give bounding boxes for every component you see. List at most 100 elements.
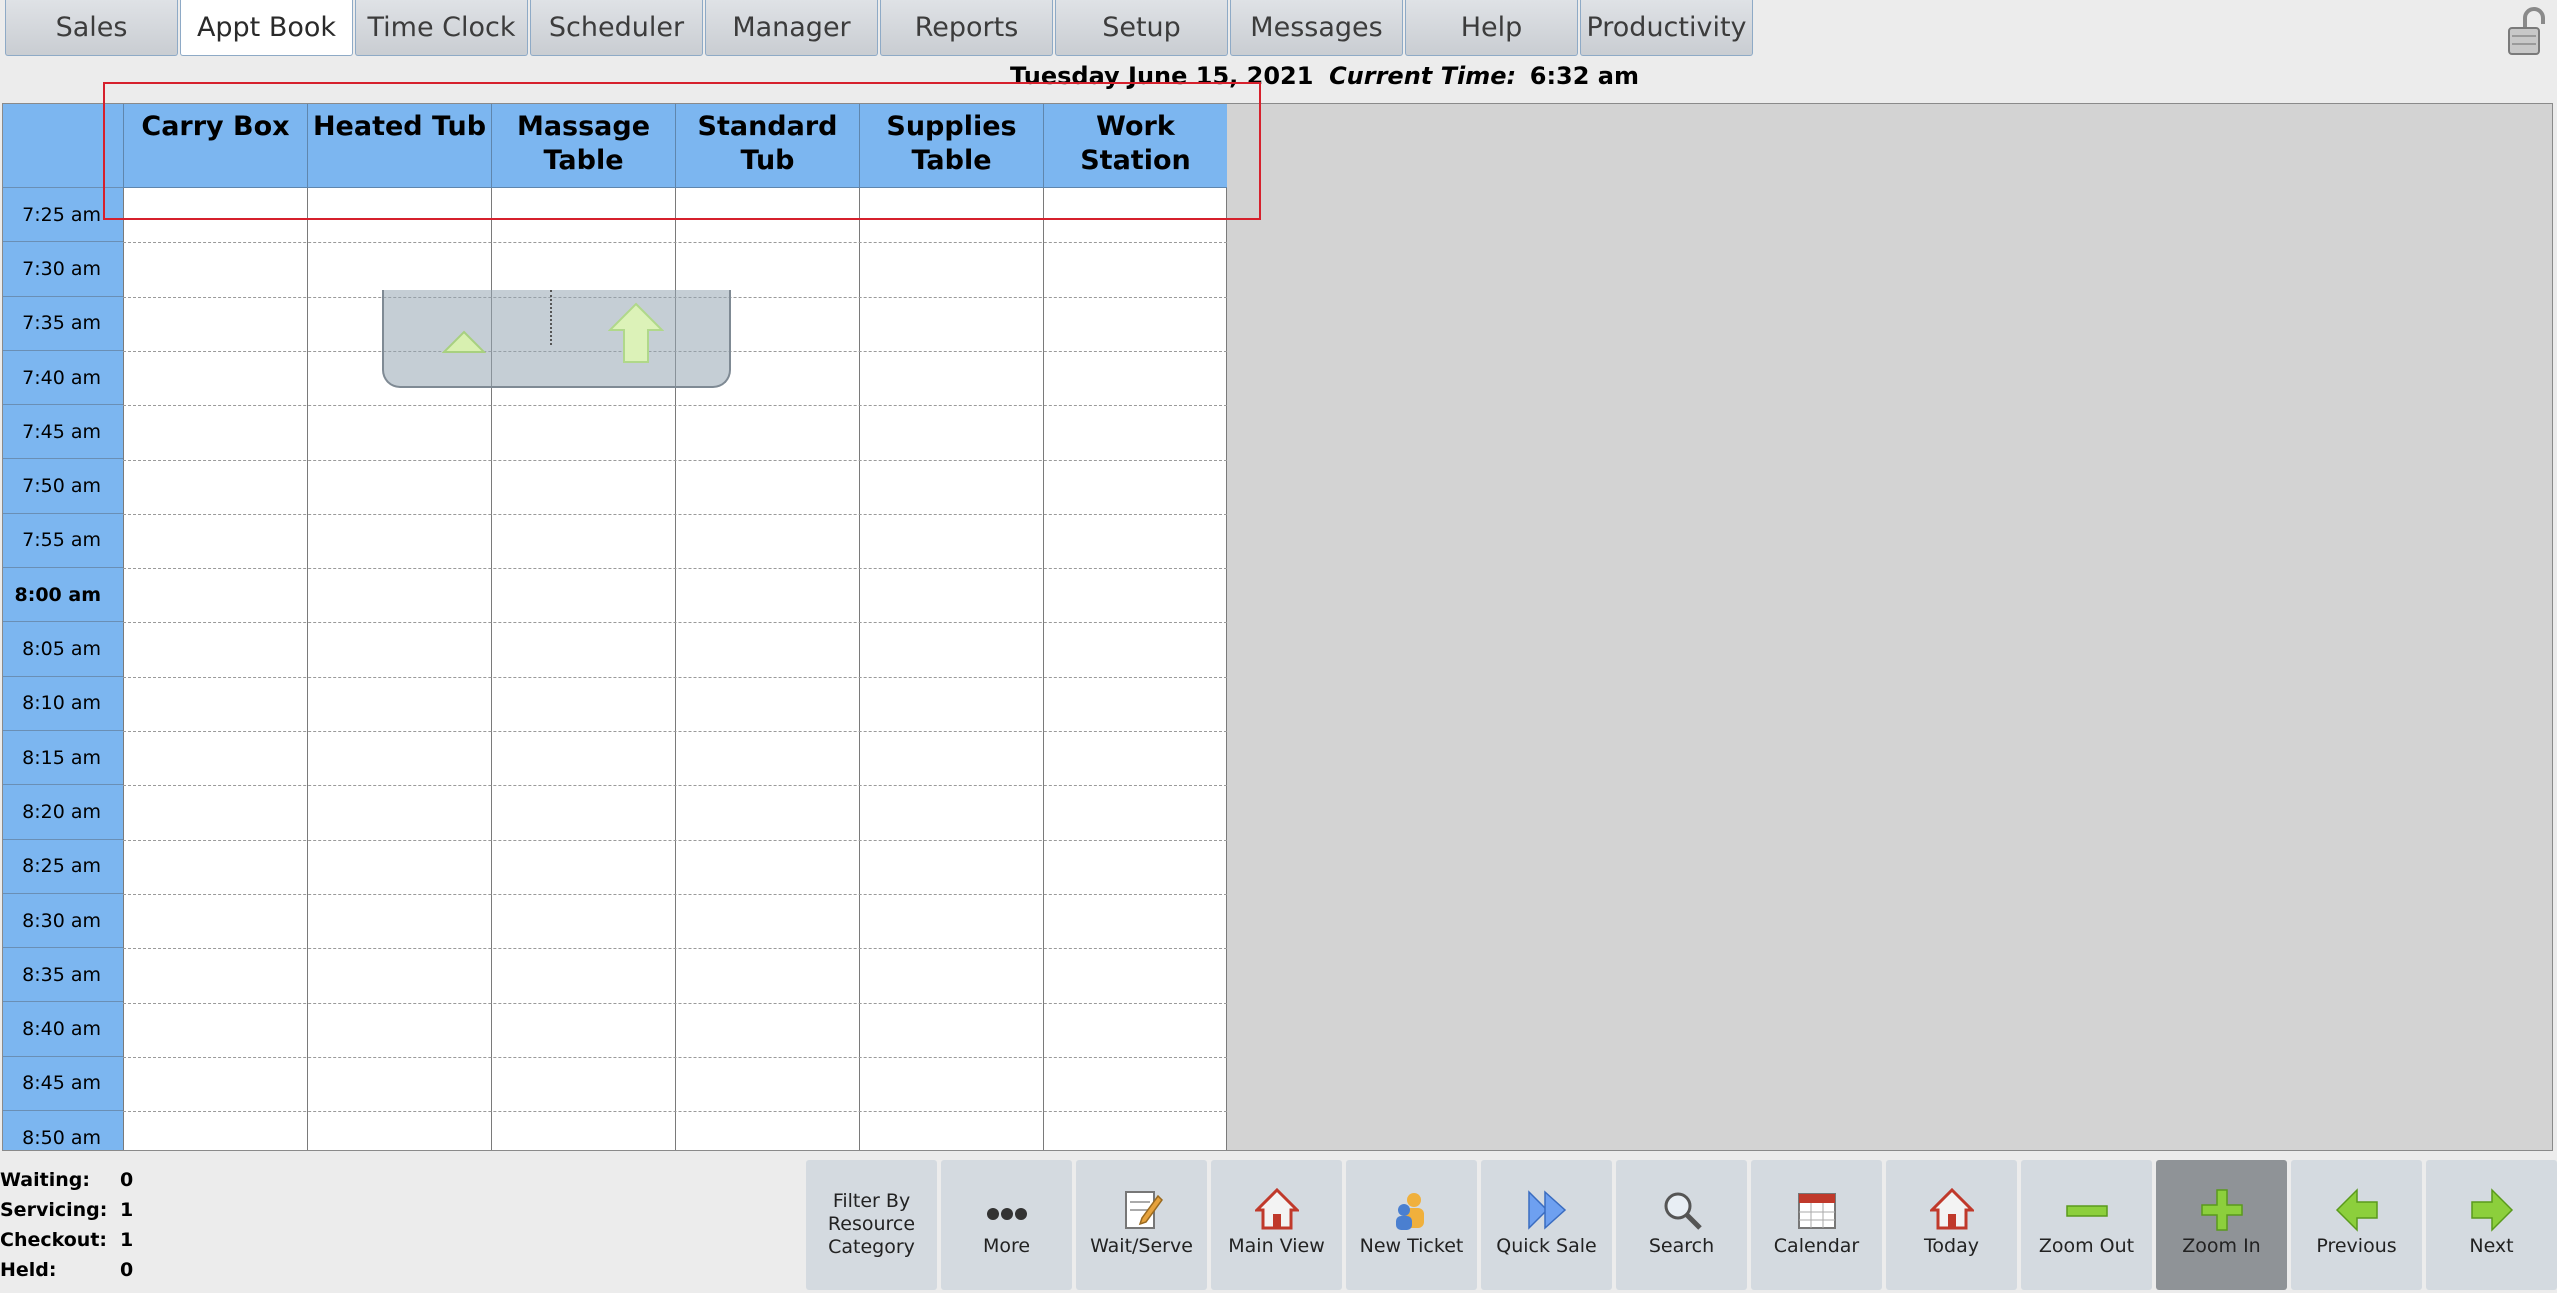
- button-label: Main View: [1228, 1235, 1325, 1257]
- slot-separator: [123, 948, 1227, 950]
- button-label: Quick Sale: [1496, 1235, 1597, 1257]
- status-count: 0: [120, 1169, 134, 1191]
- calendar-icon: [1797, 1193, 1836, 1229]
- time-slot: 8:15 am: [3, 731, 123, 786]
- tab-appt-book[interactable]: Appt Book: [180, 0, 353, 56]
- button-label: Zoom Out: [2038, 1235, 2135, 1257]
- slot-separator: [123, 785, 1227, 787]
- button-label: Filter By Resource Category: [827, 1190, 916, 1258]
- slot-separator: [123, 676, 1227, 678]
- current-time-label: Current Time:: [1329, 62, 1517, 90]
- time-slot: 8:25 am: [3, 840, 123, 894]
- arrow-left-icon: [2335, 1188, 2378, 1232]
- slot-separator: [123, 622, 1227, 624]
- scroll-pad-divider: [550, 290, 552, 345]
- new-ticket-button[interactable]: New Ticket: [1346, 1160, 1477, 1290]
- plus-icon: [2200, 1189, 2243, 1231]
- button-label: Zoom In: [2182, 1235, 2261, 1257]
- ticket-status-summary: Waiting: 0 Servicing: 1 Checkout: 1 Held…: [0, 1165, 133, 1285]
- button-label: Previous: [2316, 1235, 2397, 1257]
- time-slot: 7:40 am: [3, 351, 123, 406]
- wait-serve-button[interactable]: Wait/Serve: [1076, 1160, 1207, 1290]
- home-icon: [1254, 1188, 1299, 1230]
- home-icon: [1929, 1188, 1974, 1230]
- unlock-icon[interactable]: [2503, 4, 2553, 56]
- new-person-icon: [1395, 1193, 1424, 1230]
- button-label: Wait/Serve: [1090, 1235, 1193, 1257]
- time-slot: 8:35 am: [3, 948, 123, 1003]
- time-slot: 8:50 am: [3, 1111, 123, 1150]
- time-slot: 8:40 am: [3, 1002, 123, 1057]
- button-label: Next: [2469, 1235, 2514, 1257]
- slot-separator: [123, 459, 1227, 461]
- status-count: 1: [120, 1199, 134, 1221]
- filter-by-resource-category-button[interactable]: Filter By Resource Category: [806, 1160, 937, 1290]
- resource-column[interactable]: [123, 188, 307, 1150]
- time-slot: 8:20 am: [3, 785, 123, 840]
- status-servicing: Servicing: 1: [0, 1195, 133, 1225]
- status-label: Checkout:: [0, 1229, 108, 1251]
- main-tab-bar: Sales Appt Book Time Clock Scheduler Man…: [5, 0, 1755, 58]
- zoom-out-button[interactable]: Zoom Out: [2021, 1160, 2152, 1290]
- calendar-button[interactable]: Calendar: [1751, 1160, 1882, 1290]
- today-button[interactable]: Today: [1886, 1160, 2017, 1290]
- bottom-toolbar: Filter By Resource Category More Wait/Se…: [806, 1160, 2557, 1290]
- magnifier-icon: [1664, 1192, 1702, 1230]
- slot-separator: [123, 893, 1227, 895]
- slot-separator: [123, 1111, 1227, 1113]
- slot-separator: [123, 1056, 1227, 1058]
- time-slot: 7:30 am: [3, 242, 123, 297]
- status-waiting: Waiting: 0: [0, 1165, 133, 1195]
- status-count: 0: [120, 1259, 134, 1281]
- slot-separator: [123, 731, 1227, 732]
- current-time: 6:32 am: [1529, 62, 1640, 90]
- main-view-button[interactable]: Main View: [1211, 1160, 1342, 1290]
- resource-column[interactable]: [859, 188, 1043, 1150]
- tab-manager[interactable]: Manager: [705, 0, 878, 56]
- button-label: Search: [1648, 1235, 1715, 1257]
- button-label: Today: [1924, 1235, 1979, 1257]
- slot-separator: [123, 839, 1227, 841]
- time-slot: 8:30 am: [3, 894, 123, 949]
- resource-column[interactable]: [1043, 188, 1227, 1150]
- status-label: Waiting:: [0, 1169, 90, 1191]
- scroll-up-small-arrow-icon[interactable]: [442, 330, 486, 354]
- time-slot: 7:55 am: [3, 514, 123, 569]
- time-slot-hour: 8:00 am: [3, 568, 123, 623]
- tab-reports[interactable]: Reports: [880, 0, 1053, 56]
- appointment-book-grid: 7:25 am 7:30 am 7:35 am 7:40 am 7:45 am …: [2, 103, 2553, 1151]
- more-dots-icon: [986, 1208, 1027, 1220]
- status-checkout: Checkout: 1: [0, 1225, 133, 1255]
- time-slot: 8:05 am: [3, 622, 123, 677]
- button-label: Calendar: [1773, 1235, 1860, 1257]
- minus-icon: [2065, 1205, 2108, 1217]
- next-button[interactable]: Next: [2426, 1160, 2557, 1290]
- tab-messages[interactable]: Messages: [1230, 0, 1403, 56]
- scroll-up-pad[interactable]: [382, 290, 731, 388]
- time-slot: 7:50 am: [3, 459, 123, 514]
- slot-separator: [123, 513, 1227, 515]
- tab-scheduler[interactable]: Scheduler: [530, 0, 703, 56]
- previous-button[interactable]: Previous: [2291, 1160, 2422, 1290]
- highlight-rectangle: [103, 82, 1261, 220]
- time-column: 7:25 am 7:30 am 7:35 am 7:40 am 7:45 am …: [3, 104, 123, 1150]
- time-slot: 7:45 am: [3, 405, 123, 460]
- button-label: More: [982, 1235, 1031, 1257]
- status-held: Held: 0: [0, 1255, 133, 1285]
- slot-separator: [123, 405, 1227, 407]
- zoom-in-button[interactable]: Zoom In: [2156, 1160, 2287, 1290]
- button-label: New Ticket: [1359, 1235, 1464, 1257]
- tab-productivity[interactable]: Productivity: [1580, 0, 1753, 56]
- tab-help[interactable]: Help: [1405, 0, 1578, 56]
- tab-sales[interactable]: Sales: [5, 0, 178, 56]
- scroll-up-page-arrow-icon[interactable]: [608, 302, 664, 364]
- slot-separator: [123, 1002, 1227, 1004]
- more-button[interactable]: More: [941, 1160, 1072, 1290]
- quick-sale-button[interactable]: Quick Sale: [1481, 1160, 1612, 1290]
- time-slot: 7:35 am: [3, 297, 123, 351]
- tab-time-clock[interactable]: Time Clock: [355, 0, 528, 56]
- time-slot: 8:10 am: [3, 677, 123, 731]
- arrow-right-icon: [2470, 1188, 2513, 1232]
- tab-setup[interactable]: Setup: [1055, 0, 1228, 56]
- search-button[interactable]: Search: [1616, 1160, 1747, 1290]
